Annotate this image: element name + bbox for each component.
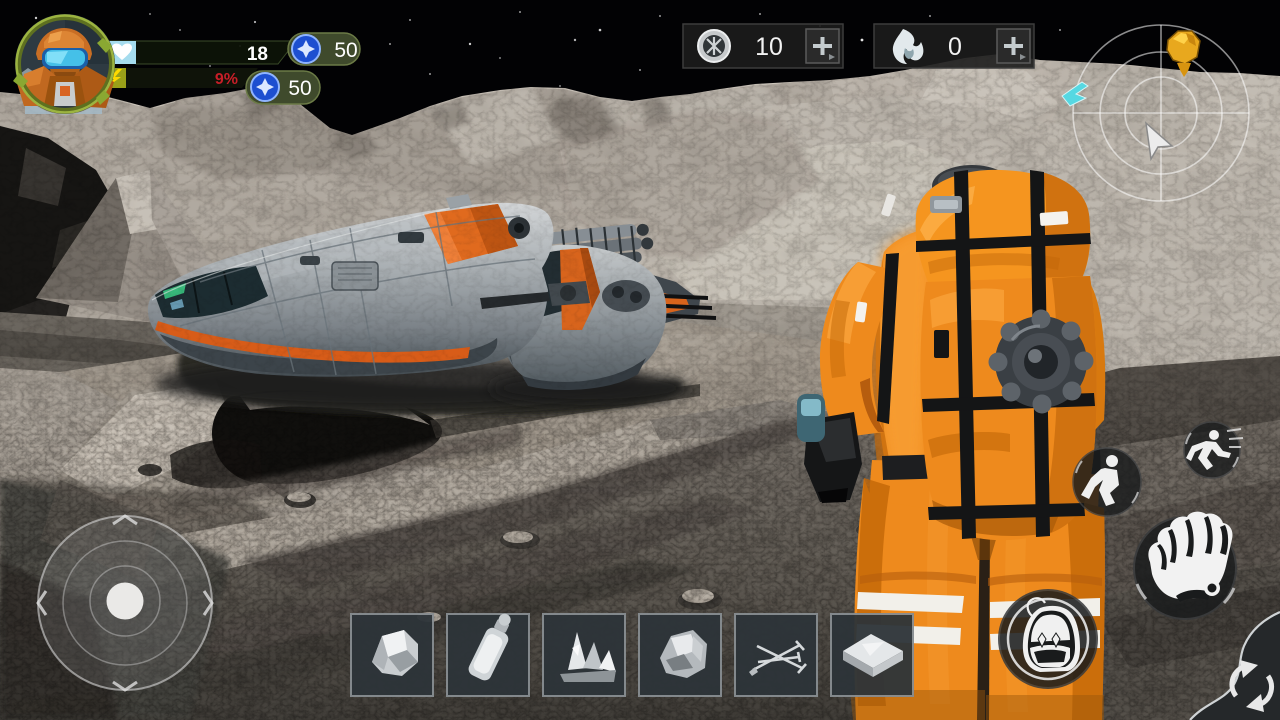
svg-text:18: 18	[247, 44, 268, 65]
svg-text:50: 50	[334, 39, 357, 62]
svg-text:10: 10	[755, 33, 783, 61]
svg-text:9%: 9%	[215, 71, 238, 88]
svg-text:0: 0	[948, 33, 962, 61]
svg-text:50: 50	[288, 77, 311, 100]
